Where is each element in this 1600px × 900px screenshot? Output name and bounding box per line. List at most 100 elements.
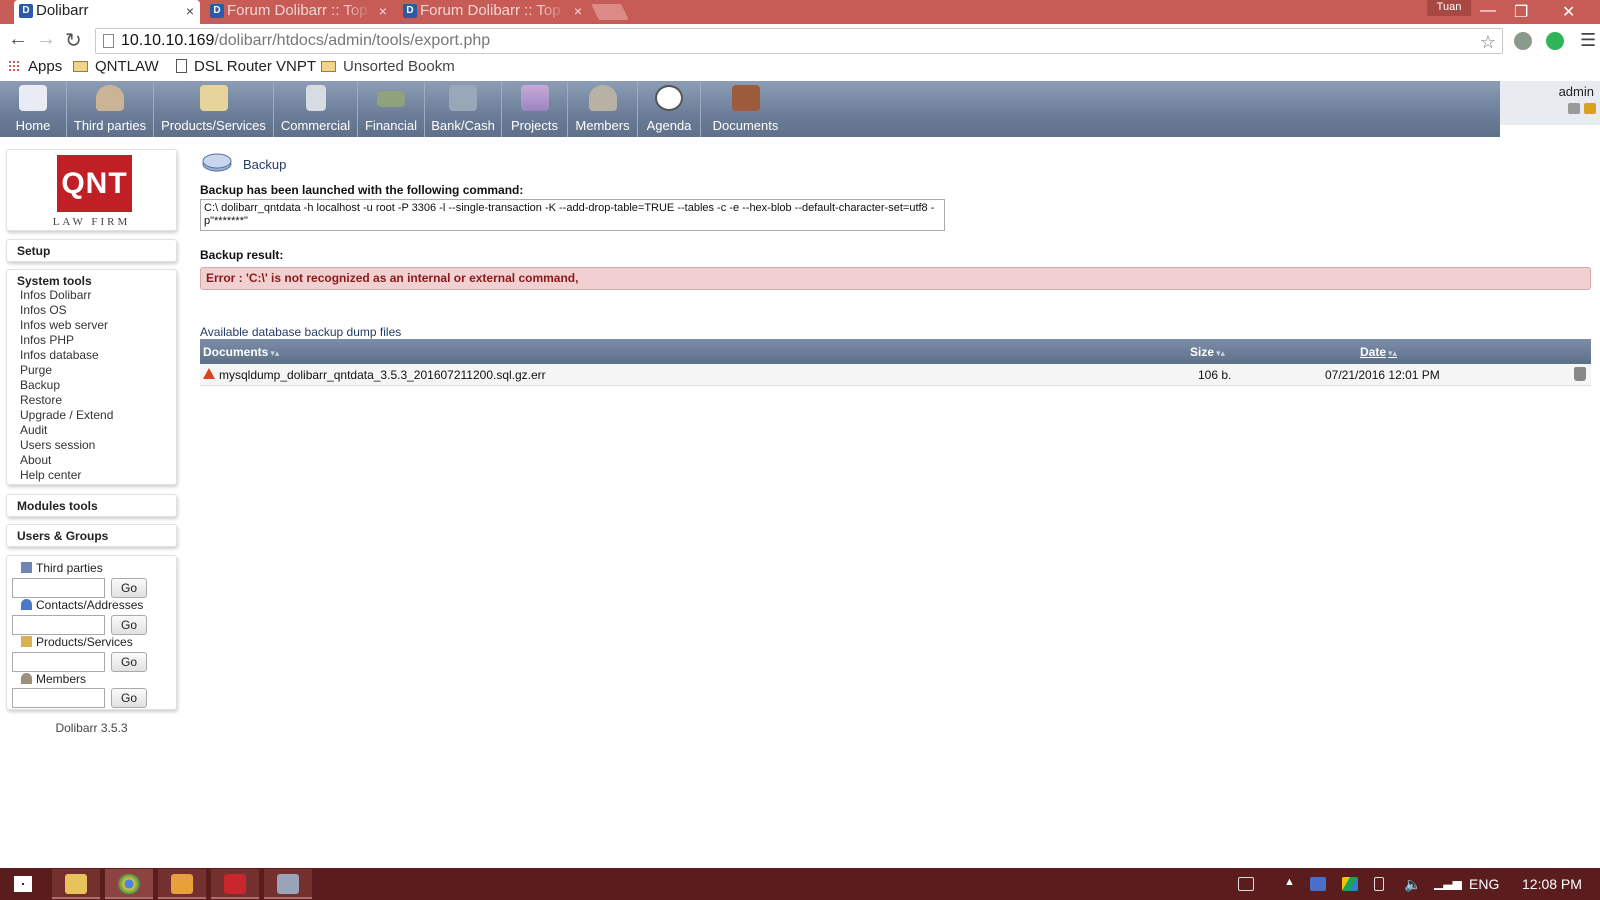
back-arrow-icon[interactable]: ← xyxy=(8,28,28,51)
sidebar-item-about[interactable]: About xyxy=(20,453,113,468)
menu-users-groups[interactable]: Users & Groups xyxy=(6,524,177,547)
qs-third-parties-go-button[interactable]: Go xyxy=(111,578,147,598)
network-signal-icon[interactable]: ▁▃▅ xyxy=(1434,876,1462,890)
column-size[interactable]: Size ▾▴ xyxy=(1190,345,1225,359)
menu-agenda[interactable]: Agenda xyxy=(638,81,701,137)
chrome-menu-icon[interactable]: ☰ xyxy=(1580,30,1596,51)
company-logo[interactable]: QNT LAW FIRM xyxy=(6,149,177,231)
column-date[interactable]: Date ▾▴ xyxy=(1360,345,1397,359)
menu-bank-cash[interactable]: Bank/Cash xyxy=(425,81,502,137)
menu-commercial[interactable]: Commercial xyxy=(274,81,358,137)
sidebar-item-audit[interactable]: Audit xyxy=(20,423,113,438)
menu-financial[interactable]: Financial xyxy=(358,81,425,137)
login-username[interactable]: admin xyxy=(1559,84,1594,99)
people-icon xyxy=(96,85,124,111)
taskbar-chrome[interactable] xyxy=(105,869,153,899)
tab-dolibarr[interactable]: D Dolibarr × xyxy=(14,0,200,24)
menu-projects[interactable]: Projects xyxy=(502,81,568,137)
bookmark-qntlaw[interactable]: QNTLAW xyxy=(73,58,159,75)
new-tab-button[interactable] xyxy=(591,4,629,20)
delete-icon[interactable] xyxy=(1574,367,1586,381)
bookmarks-bar: Apps QNTLAW DSL Router VNPT Unsorted Boo… xyxy=(0,57,1600,81)
reload-icon[interactable]: ↻ xyxy=(65,28,82,53)
logo-mark: QNT xyxy=(57,155,132,212)
qs-third-parties-label: Third parties xyxy=(21,561,103,575)
chrome-user-badge[interactable]: Tuan xyxy=(1427,0,1471,16)
page-icon xyxy=(103,34,114,48)
system-tools-title[interactable]: System tools xyxy=(17,274,92,288)
sort-arrows-icon[interactable]: ▾▴ xyxy=(1388,348,1397,358)
sidebar-item-infos-os[interactable]: Infos OS xyxy=(20,303,113,318)
language-indicator[interactable]: ENG xyxy=(1469,876,1499,892)
sidebar-item-restore[interactable]: Restore xyxy=(20,393,113,408)
money-icon xyxy=(377,91,405,107)
sidebar-item-infos-web-server[interactable]: Infos web server xyxy=(20,318,113,333)
close-window-button[interactable]: ✕ xyxy=(1562,2,1575,22)
taskbar-filezilla[interactable] xyxy=(211,869,259,899)
members-icon xyxy=(588,85,617,111)
filezilla-icon xyxy=(224,874,246,894)
extension-icon[interactable] xyxy=(1514,32,1532,50)
tab-forum-2[interactable]: D Forum Dolibarr :: Top × xyxy=(398,0,588,24)
google-drive-icon[interactable] xyxy=(1342,877,1358,891)
taskbar-file-explorer[interactable] xyxy=(52,869,100,899)
qs-products-input[interactable] xyxy=(12,652,105,672)
battery-icon[interactable] xyxy=(1374,877,1384,891)
menu-setup[interactable]: Setup xyxy=(6,239,177,262)
page-icon xyxy=(176,59,187,73)
column-documents[interactable]: Documents ▾▴ xyxy=(203,345,279,359)
menu-home[interactable]: Home xyxy=(0,81,67,137)
qs-contacts-input[interactable] xyxy=(12,615,105,635)
bookmark-star-icon[interactable]: ☆ xyxy=(1480,30,1496,54)
menu-modules-tools[interactable]: Modules tools xyxy=(6,494,177,517)
qs-third-parties-input[interactable] xyxy=(12,578,105,598)
bookmark-dsl-router[interactable]: DSL Router VNPT xyxy=(176,58,316,75)
address-bar[interactable]: 10.10.10.169/dolibarr/htdocs/admin/tools… xyxy=(95,28,1503,54)
menu-products-services[interactable]: Products/Services xyxy=(154,81,274,137)
tab-close-icon[interactable]: × xyxy=(379,0,387,22)
tray-app-icon[interactable] xyxy=(1310,877,1326,891)
home-icon xyxy=(19,85,47,111)
menu-third-parties[interactable]: Third parties xyxy=(67,81,154,137)
minimize-button[interactable]: — xyxy=(1480,2,1496,20)
sidebar-item-upgrade-extend[interactable]: Upgrade / Extend xyxy=(20,408,113,423)
sidebar-item-help-center[interactable]: Help center xyxy=(20,468,113,483)
maximize-button[interactable]: ❐ xyxy=(1514,2,1528,22)
taskbar-app[interactable] xyxy=(264,869,312,899)
backup-file-name[interactable]: mysqldump_dolibarr_qntdata_3.5.3_2016072… xyxy=(219,368,546,382)
clock-icon xyxy=(655,85,683,111)
bookmark-apps[interactable]: Apps xyxy=(8,58,62,75)
sidebar-item-users-session[interactable]: Users session xyxy=(20,438,113,453)
dolibarr-top-menu: Home Third parties Products/Services Com… xyxy=(0,81,1500,137)
command-textarea[interactable]: C:\ dolibarr_qntdata -h localhost -u roo… xyxy=(200,199,945,231)
qs-contacts-go-button[interactable]: Go xyxy=(111,615,147,635)
commercial-icon xyxy=(305,85,326,111)
sort-arrows-icon[interactable]: ▾▴ xyxy=(270,348,279,358)
taskbar-outlook[interactable] xyxy=(158,869,206,899)
tab-forum-1[interactable]: D Forum Dolibarr :: Top × xyxy=(205,0,393,24)
sidebar-item-backup[interactable]: Backup xyxy=(20,378,113,393)
sidebar-item-purge[interactable]: Purge xyxy=(20,363,113,378)
tray-expand-icon[interactable]: ▲ xyxy=(1284,876,1295,888)
printer-icon[interactable] xyxy=(1568,103,1580,114)
qs-products-go-button[interactable]: Go xyxy=(111,652,147,672)
qs-members-input[interactable] xyxy=(12,688,105,708)
keyboard-icon[interactable] xyxy=(1238,877,1254,891)
menu-members[interactable]: Members xyxy=(568,81,638,137)
tab-close-icon[interactable]: × xyxy=(574,0,582,22)
tab-close-icon[interactable]: × xyxy=(186,0,194,22)
windows-start-icon[interactable] xyxy=(14,876,32,892)
menu-documents[interactable]: Documents xyxy=(701,81,790,137)
sort-arrows-icon[interactable]: ▾▴ xyxy=(1216,348,1225,358)
command-label: Backup has been launched with the follow… xyxy=(200,183,524,197)
sidebar-item-infos-database[interactable]: Infos database xyxy=(20,348,113,363)
forward-arrow-icon[interactable]: → xyxy=(36,28,56,51)
grammarly-extension-icon[interactable] xyxy=(1546,32,1564,50)
bookmark-unsorted[interactable]: Unsorted Bookm xyxy=(321,58,455,75)
qs-members-go-button[interactable]: Go xyxy=(111,688,147,708)
volume-icon[interactable]: 🔈 xyxy=(1404,876,1421,893)
clock[interactable]: 12:08 PM xyxy=(1522,876,1582,892)
sidebar-item-infos-dolibarr[interactable]: Infos Dolibarr xyxy=(20,288,113,303)
lock-icon[interactable] xyxy=(1584,103,1596,114)
sidebar-item-infos-php[interactable]: Infos PHP xyxy=(20,333,113,348)
